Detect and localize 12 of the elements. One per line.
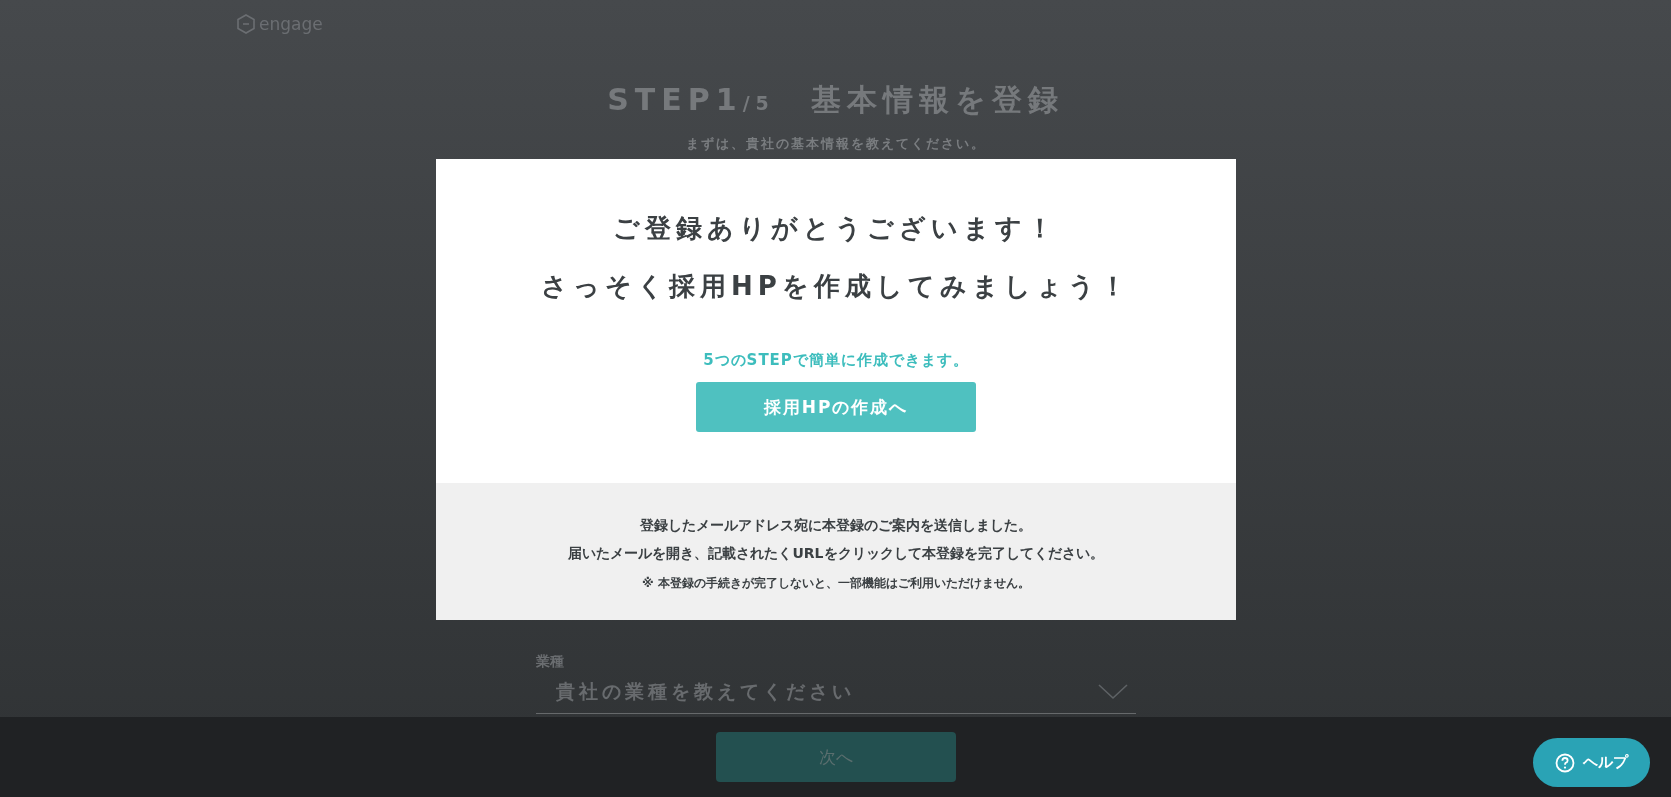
caution-text: ※ 本登録の手続きが完了しないと、一部機能はご利用いただけません。 [642, 575, 1030, 592]
chevron-down-icon [1097, 684, 1128, 700]
help-button[interactable]: ヘルプ [1533, 738, 1650, 787]
create-button[interactable]: 採用HPの作成へ [696, 382, 976, 432]
modal-title: ご登録ありがとうございます！ さっそく採用HPを作成してみましょう！ [541, 212, 1131, 303]
modal-lead: 5つのSTEPで簡単に作成できます。 [703, 351, 969, 370]
logo-icon [236, 14, 256, 34]
question-icon [1555, 752, 1575, 773]
field-label: 業種 [535, 653, 565, 671]
notice-text: 届いたメールを開き、記載されたくURLをクリックして本登録を完了してください。 [568, 545, 1104, 563]
notice-text: 登録したメールアドレス宛に本登録のご案内を送信しました。 [640, 517, 1032, 535]
page-subtitle: まずは、貴社の基本情報を教えてください。 [685, 135, 986, 153]
